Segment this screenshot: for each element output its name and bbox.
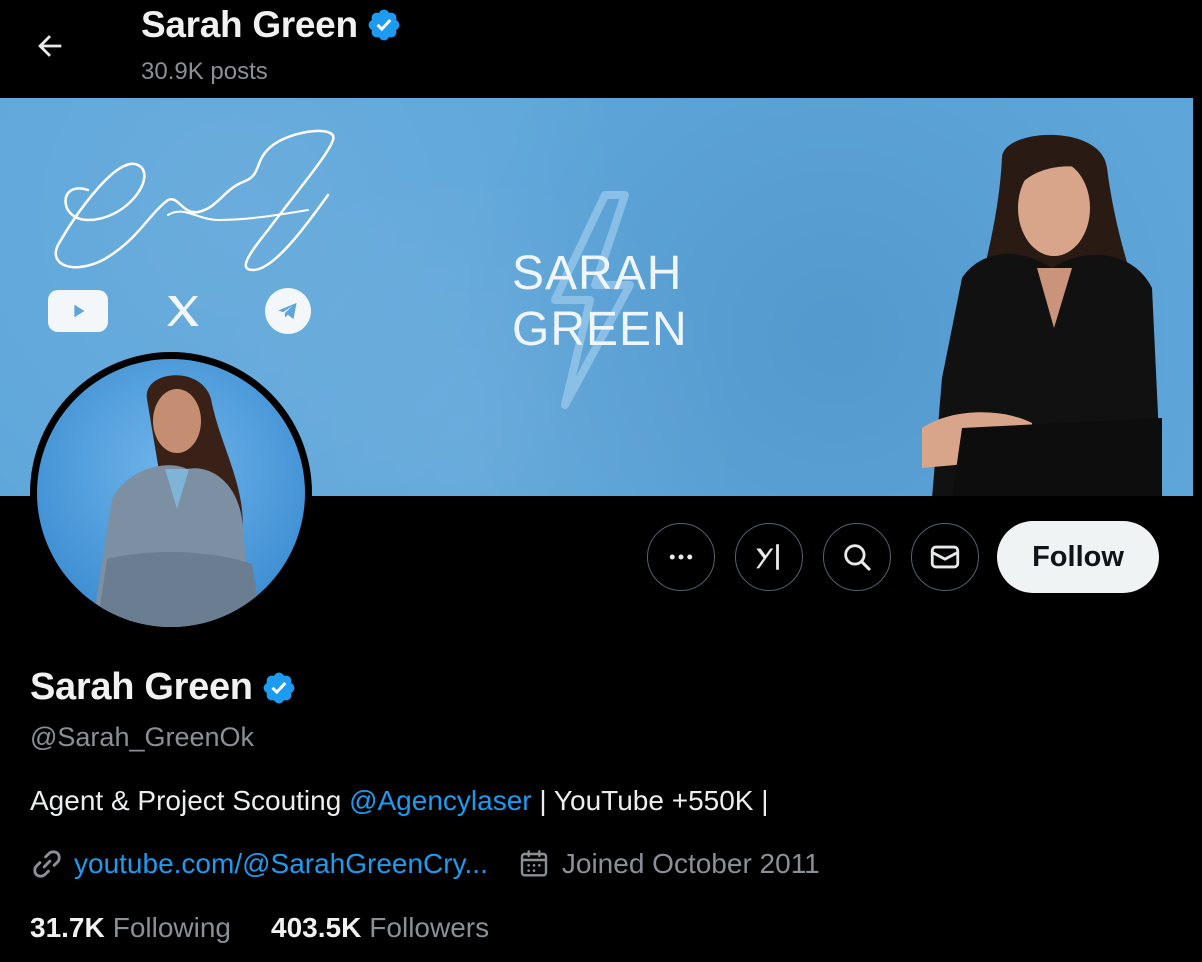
header-title: Sarah Green	[141, 4, 358, 45]
more-icon	[669, 554, 693, 560]
posts-count: 30.9K posts	[141, 58, 268, 85]
follow-button[interactable]: Follow	[997, 521, 1159, 593]
youtube-icon	[48, 290, 108, 332]
joined-date: Joined October 2011	[561, 848, 820, 879]
profile-stats: 31.7K Following 403.5K Followers	[30, 912, 489, 944]
more-button[interactable]	[647, 523, 715, 591]
website-link[interactable]: youtube.com/@SarahGreenCry...	[74, 848, 488, 880]
profile-name-row: Sarah Green	[30, 666, 297, 709]
bio-mention-link[interactable]: @Agencylaser	[349, 785, 532, 816]
following-label: Following	[112, 912, 231, 943]
header-title-row: Sarah Green	[141, 4, 402, 46]
followers-link[interactable]: 403.5K Followers	[271, 912, 489, 944]
search-icon	[844, 544, 871, 571]
telegram-icon	[265, 288, 311, 334]
profile-meta: youtube.com/@SarahGreenCry... Joined Oct…	[30, 847, 820, 881]
followers-count: 403.5K	[271, 912, 362, 943]
profile-name: Sarah Green	[30, 666, 253, 708]
signature-logo	[54, 129, 335, 272]
profile-page: Sarah Green 30.9K posts SARAH GREEN Foll…	[0, 0, 1202, 962]
x-icon	[167, 296, 199, 326]
profile-bio: Agent & Project Scouting @Agencylaser | …	[30, 785, 769, 817]
back-button[interactable]	[22, 18, 78, 74]
bio-suffix: | YouTube +550K |	[531, 785, 769, 816]
following-link[interactable]: 31.7K Following	[30, 912, 231, 944]
search-button[interactable]	[823, 523, 891, 591]
followers-label: Followers	[369, 912, 490, 943]
verified-badge-icon	[368, 9, 400, 41]
top-header: Sarah Green 30.9K posts	[0, 0, 1202, 98]
verified-badge-icon[interactable]	[261, 670, 297, 706]
profile-avatar[interactable]	[30, 352, 312, 634]
avatar-portrait-image	[92, 375, 262, 627]
stats-spacer	[231, 912, 271, 944]
profile-handle: @Sarah_GreenOk	[30, 722, 255, 752]
message-icon	[930, 545, 960, 569]
banner-social-icons	[48, 288, 311, 334]
following-count: 31.7K	[30, 912, 105, 943]
grok-button[interactable]	[735, 523, 803, 591]
message-button[interactable]	[911, 523, 979, 591]
avatar-photo	[37, 359, 305, 627]
banner-brand-line1: SARAH	[512, 247, 683, 300]
bio-text: Agent & Project Scouting	[30, 785, 350, 816]
profile-actions: Follow	[647, 521, 1159, 593]
arrow-left-icon	[38, 35, 62, 57]
grok-icon	[756, 544, 779, 570]
calendar-icon	[520, 850, 548, 877]
banner-brand-line2: GREEN	[512, 303, 688, 356]
banner-portrait-image	[922, 134, 1162, 496]
link-icon	[33, 850, 61, 878]
